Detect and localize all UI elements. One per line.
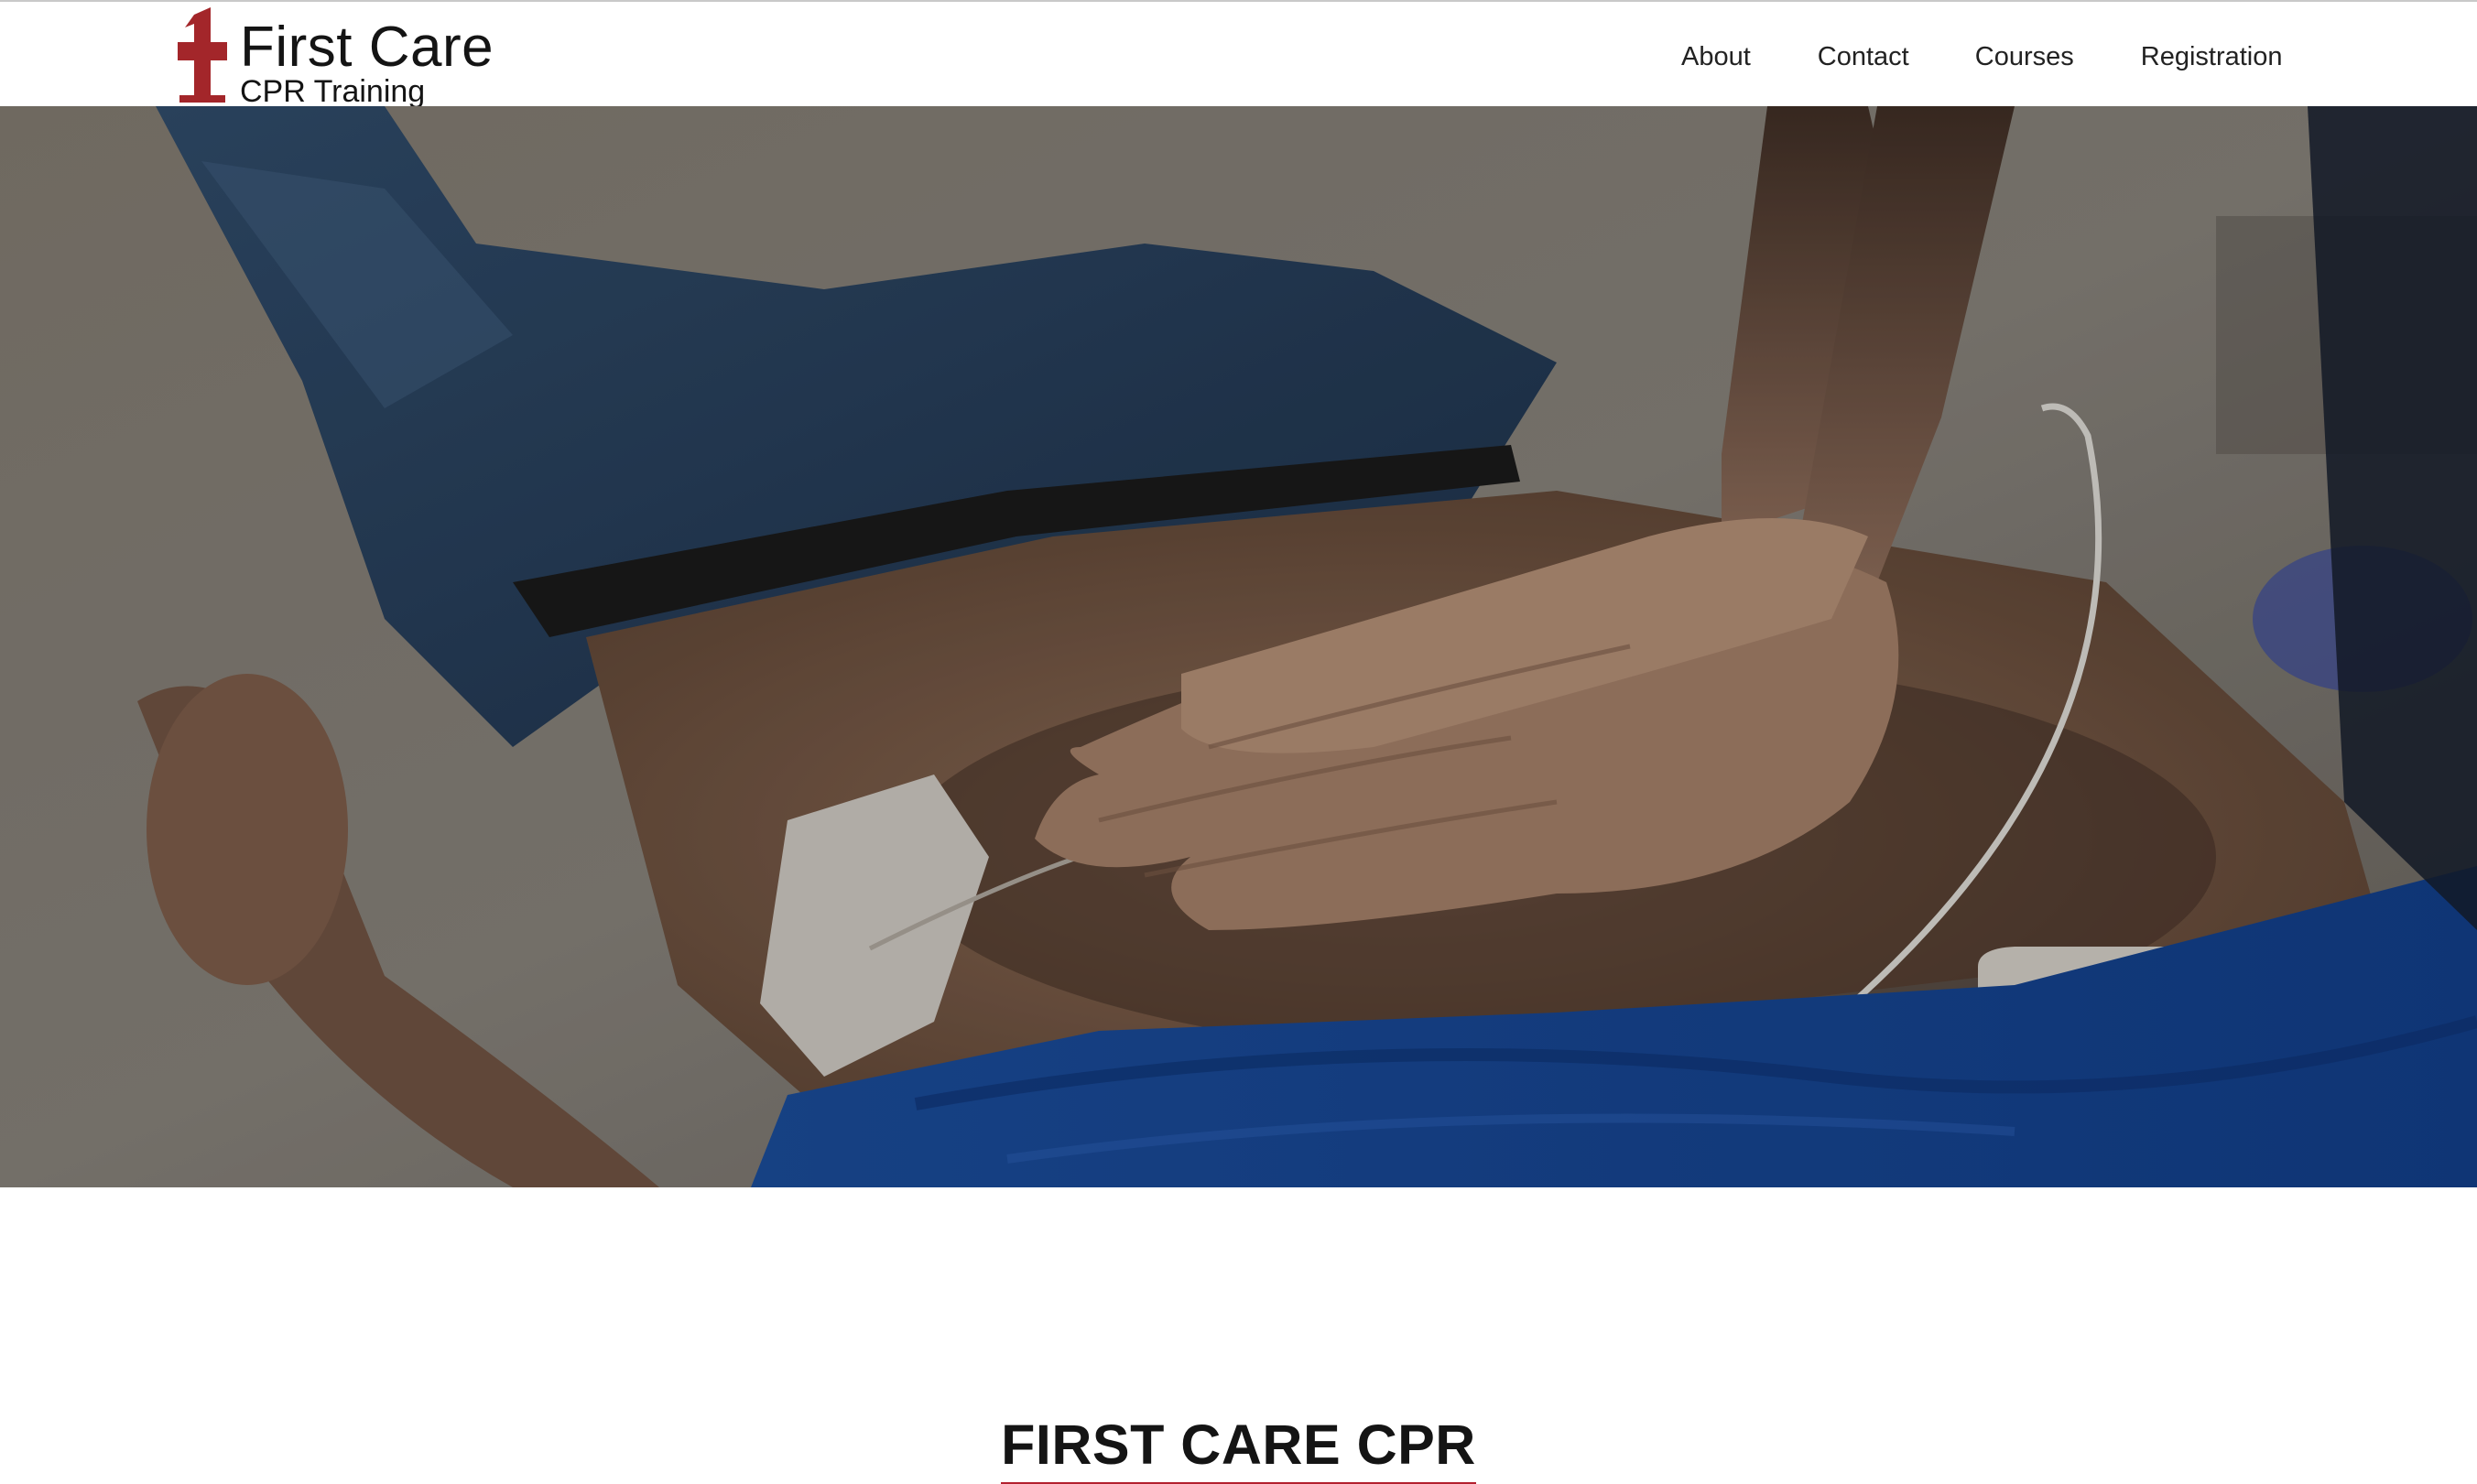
medical-cross-one-icon xyxy=(178,7,227,103)
section-title: FIRST CARE CPR xyxy=(1001,1416,1476,1484)
section-heading-wrap: FIRST CARE CPR xyxy=(0,1370,2477,1484)
brand-title: First Care xyxy=(240,16,494,79)
cpr-hero-illustration xyxy=(0,106,2477,1187)
main-nav: About Contact Courses Registration xyxy=(1681,42,2283,72)
page: First Care CPR Training About Contact Co… xyxy=(0,0,2477,1484)
hero-image xyxy=(0,106,2477,1187)
nav-courses-link[interactable]: Courses xyxy=(1975,42,2074,72)
nav-about-link[interactable]: About xyxy=(1681,42,1751,72)
brand-subtitle: CPR Training xyxy=(240,74,426,109)
nav-contact-link[interactable]: Contact xyxy=(1818,42,1909,72)
site-header: First Care CPR Training About Contact Co… xyxy=(0,2,2477,108)
nav-registration-link[interactable]: Registration xyxy=(2141,42,2283,72)
brand-logo[interactable]: First Care CPR Training xyxy=(174,7,504,108)
